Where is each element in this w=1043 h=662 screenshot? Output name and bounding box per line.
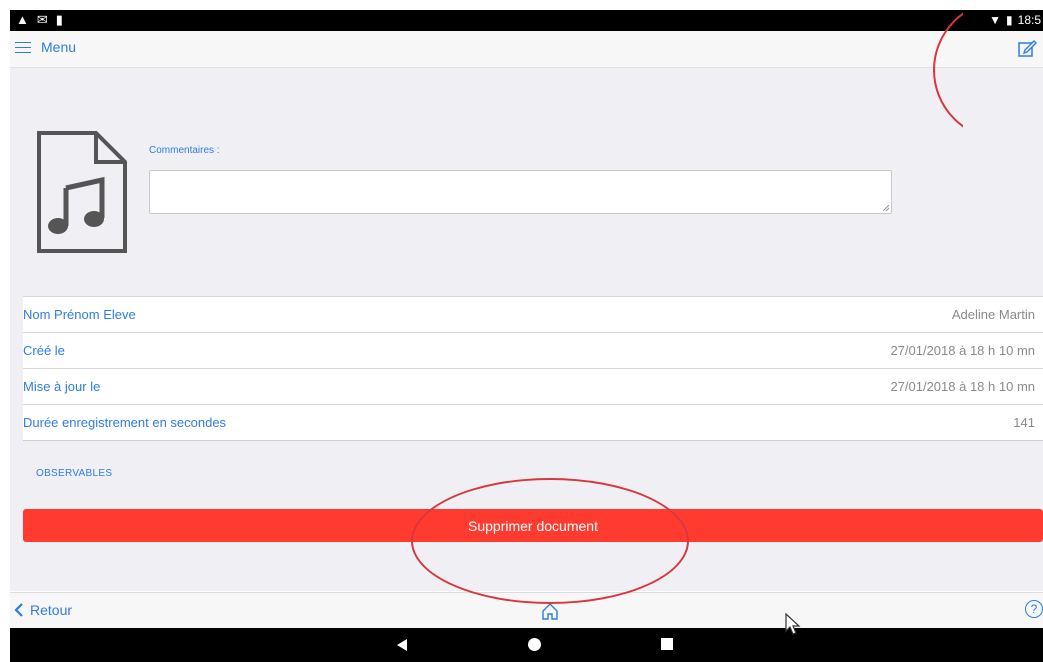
status-bar: ▲ ✉ ▮ ▼ ▮ 18:5 xyxy=(10,10,1043,31)
detail-value: 141 xyxy=(1013,415,1035,430)
detail-row-created: Créé le 27/01/2018 à 18 h 10 mn xyxy=(23,333,1043,369)
system-icons: ▼ ▮ 18:5 xyxy=(989,13,1041,27)
detail-value: Adeline Martin xyxy=(951,307,1035,322)
hamburger-icon xyxy=(15,41,31,53)
notification-icons: ▲ ✉ ▮ xyxy=(16,12,63,28)
android-home-icon[interactable] xyxy=(528,638,541,651)
back-label: Retour xyxy=(30,602,73,618)
battery-icon: ▮ xyxy=(1006,13,1013,27)
detail-label: Mise à jour le xyxy=(23,379,101,394)
android-back-icon[interactable] xyxy=(397,639,407,651)
details-table: Nom Prénom Eleve Adeline Martin Créé le … xyxy=(23,296,1043,441)
nav-bar: Menu xyxy=(10,31,1043,68)
audio-file-icon xyxy=(37,131,127,253)
detail-label: Nom Prénom Eleve xyxy=(23,307,136,322)
resize-grip[interactable] xyxy=(883,205,889,211)
detail-row-updated: Mise à jour le 27/01/2018 à 18 h 10 mn xyxy=(23,369,1043,405)
mail-icon: ✉ xyxy=(36,12,48,27)
android-recents-icon[interactable] xyxy=(661,638,673,650)
document-content: Commentaires : Nom Prénom Eleve Adeline … xyxy=(10,68,1043,591)
delete-document-button[interactable]: Supprimer document xyxy=(23,509,1043,542)
back-button[interactable]: Retour xyxy=(14,602,72,618)
menu-button[interactable]: Menu xyxy=(15,39,76,55)
comment-label: Commentaires : xyxy=(149,145,220,156)
help-icon[interactable]: ? xyxy=(1025,600,1043,618)
detail-row-duration: Durée enregistrement en secondes 141 xyxy=(23,405,1043,441)
detail-label: Créé le xyxy=(23,343,65,358)
sd-card-icon: ▮ xyxy=(55,12,63,27)
clock: 18:5 xyxy=(1017,13,1041,27)
wifi-icon: ▼ xyxy=(989,13,1002,27)
notification-icon: ▲ xyxy=(16,12,29,27)
menu-label: Menu xyxy=(41,39,77,55)
detail-label: Durée enregistrement en secondes xyxy=(23,415,227,430)
bottom-toolbar: Retour ? xyxy=(10,592,1043,629)
home-icon[interactable] xyxy=(540,601,560,621)
comment-input[interactable] xyxy=(149,170,892,214)
detail-row-student: Nom Prénom Eleve Adeline Martin xyxy=(23,297,1043,333)
android-nav-bar xyxy=(10,628,1043,662)
edit-icon[interactable] xyxy=(1017,38,1037,58)
chevron-left-icon xyxy=(14,603,23,617)
detail-value: 27/01/2018 à 18 h 10 mn xyxy=(890,343,1035,358)
mouse-cursor-icon xyxy=(785,612,801,635)
detail-value: 27/01/2018 à 18 h 10 mn xyxy=(890,379,1035,394)
observables-header[interactable]: OBSERVABLES xyxy=(36,468,112,479)
